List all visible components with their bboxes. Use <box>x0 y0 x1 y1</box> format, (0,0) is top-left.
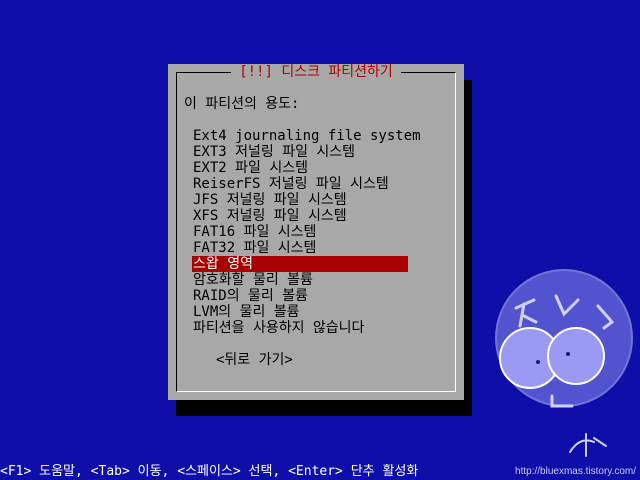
option-jfs[interactable]: JFS 저널링 파일 시스템 <box>192 192 408 208</box>
dialog-title: [!!] 디스크 파티션하기 <box>168 64 464 80</box>
option-reiserfs[interactable]: ReiserFS 저널링 파일 시스템 <box>192 176 408 192</box>
mascot-watermark-icon <box>495 269 633 457</box>
partition-usage-dialog: [!!] 디스크 파티션하기 이 파티션의 용도: Ext4 journalin… <box>168 64 464 400</box>
go-back-button[interactable]: <뒤로 가기> <box>216 352 293 368</box>
watermark-url: http://bluexmas.tistory.com/ <box>515 466 636 477</box>
option-fat32[interactable]: FAT32 파일 시스템 <box>192 240 408 256</box>
option-ext2[interactable]: EXT2 파일 시스템 <box>192 160 408 176</box>
option-swap[interactable]: 스왑 영역 <box>192 256 408 272</box>
dialog-title-text: [!!] 디스크 파티션하기 <box>231 64 401 80</box>
dialog-question: 이 파티션의 용도: <box>184 96 300 112</box>
option-raid-volume[interactable]: RAID의 물리 볼륨 <box>192 288 408 304</box>
option-fat16[interactable]: FAT16 파일 시스템 <box>192 224 408 240</box>
option-do-not-use[interactable]: 파티션을 사용하지 않습니다 <box>192 320 408 336</box>
option-xfs[interactable]: XFS 저널링 파일 시스템 <box>192 208 408 224</box>
option-ext4[interactable]: Ext4 journaling file system <box>192 128 421 144</box>
option-encrypted-volume[interactable]: 암호화할 물리 볼륨 <box>192 272 408 288</box>
filesystem-option-list: Ext4 journaling file system EXT3 저널링 파일 … <box>192 128 421 336</box>
option-ext3[interactable]: EXT3 저널링 파일 시스템 <box>192 144 408 160</box>
option-lvm-volume[interactable]: LVM의 물리 볼륨 <box>192 304 408 320</box>
